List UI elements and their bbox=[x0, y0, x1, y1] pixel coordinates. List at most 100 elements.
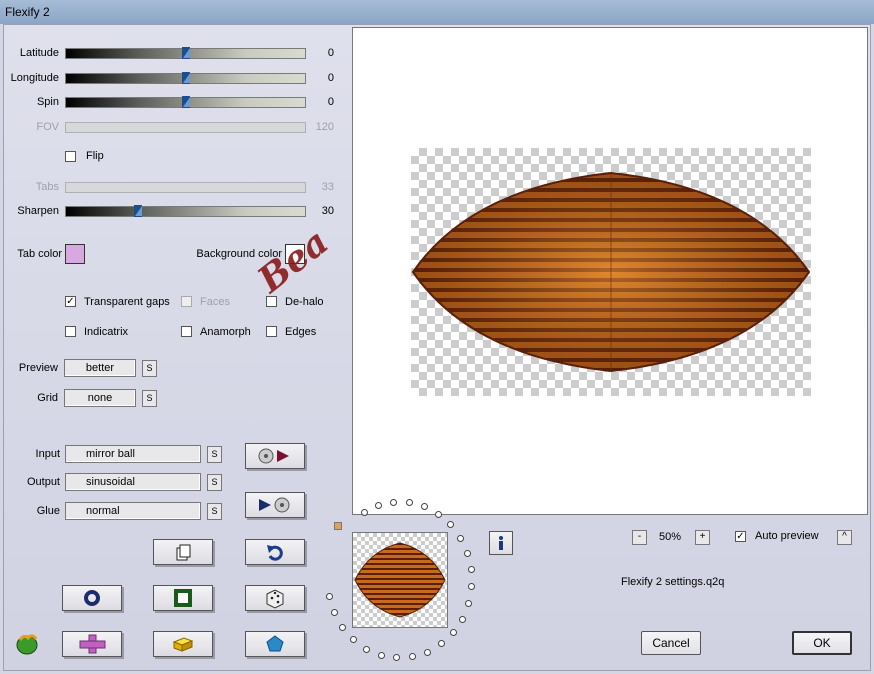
sharpen-slider[interactable] bbox=[65, 205, 306, 217]
indicatrix-checkbox[interactable] bbox=[65, 326, 76, 337]
dial-handle[interactable] bbox=[334, 522, 342, 530]
latitude-slider-thumb[interactable] bbox=[181, 47, 191, 59]
circle-button[interactable] bbox=[62, 585, 122, 611]
latitude-label: Latitude bbox=[19, 47, 59, 59]
output-to-input-button[interactable] bbox=[245, 492, 305, 518]
glue-field[interactable]: normal bbox=[65, 502, 201, 520]
sharpen-slider-thumb[interactable] bbox=[133, 205, 143, 217]
glue-spin-button[interactable]: S bbox=[207, 503, 222, 520]
dial-dot[interactable] bbox=[363, 645, 371, 653]
tab-color-swatch[interactable] bbox=[65, 244, 85, 264]
glue-label: Glue bbox=[36, 505, 60, 517]
output-field[interactable]: sinusoidal bbox=[65, 473, 201, 491]
auto-preview-checkbox[interactable]: ✓ bbox=[735, 531, 746, 542]
transparency-checkerboard bbox=[411, 148, 811, 396]
fov-value: 120 bbox=[315, 121, 334, 133]
flip-checkbox[interactable] bbox=[65, 151, 76, 162]
tabs-label: Tabs bbox=[35, 181, 59, 193]
output-spin-button[interactable]: S bbox=[207, 474, 222, 491]
zoom-level: 50% bbox=[658, 531, 682, 543]
flip-label: Flip bbox=[86, 150, 104, 162]
auto-preview-label: Auto preview bbox=[755, 530, 819, 542]
latitude-value: 0 bbox=[327, 47, 334, 59]
longitude-slider[interactable] bbox=[65, 72, 306, 84]
window-title: Flexify 2 bbox=[5, 5, 50, 19]
copy-button[interactable] bbox=[153, 539, 213, 565]
dial-dot[interactable] bbox=[360, 508, 368, 516]
plus-shape-button[interactable] bbox=[62, 631, 122, 657]
spin-label: Spin bbox=[36, 96, 59, 108]
purple-cross-icon bbox=[79, 634, 106, 654]
random-button[interactable] bbox=[245, 585, 305, 611]
spin-slider-thumb[interactable] bbox=[181, 96, 191, 108]
preview-canvas[interactable] bbox=[352, 27, 868, 515]
fov-slider[interactable] bbox=[65, 122, 306, 133]
sharpen-label: Sharpen bbox=[17, 205, 59, 217]
collapse-button[interactable]: ^ bbox=[837, 530, 852, 545]
dice-icon bbox=[266, 589, 284, 609]
fov-label: FOV bbox=[36, 121, 59, 133]
copy-icon bbox=[176, 544, 191, 561]
ring-icon bbox=[84, 590, 100, 606]
dial-dot[interactable] bbox=[424, 648, 432, 656]
tabs-slider[interactable] bbox=[65, 182, 306, 193]
undo-button[interactable] bbox=[245, 539, 305, 565]
dehalo-label: De-halo bbox=[285, 296, 324, 308]
thumbnail-preview[interactable] bbox=[352, 532, 448, 628]
anamorph-checkbox[interactable] bbox=[181, 326, 192, 337]
undo-icon bbox=[267, 545, 283, 561]
latitude-slider[interactable] bbox=[65, 47, 306, 59]
transparent-gaps-checkbox[interactable]: ✓ bbox=[65, 296, 76, 307]
square-icon bbox=[174, 589, 192, 607]
faces-checkbox[interactable] bbox=[181, 296, 192, 307]
pentagon-icon bbox=[266, 635, 284, 652]
edges-checkbox[interactable] bbox=[266, 326, 277, 337]
longitude-label: Longitude bbox=[10, 72, 59, 84]
longitude-value: 0 bbox=[327, 72, 334, 84]
longitude-slider-thumb[interactable] bbox=[181, 72, 191, 84]
grid-field[interactable]: none bbox=[64, 389, 136, 407]
brick-button[interactable] bbox=[153, 631, 213, 657]
grid-label: Grid bbox=[37, 392, 58, 404]
output-label: Output bbox=[26, 476, 60, 488]
spin-value: 0 bbox=[327, 96, 334, 108]
ok-button[interactable]: OK bbox=[792, 631, 852, 655]
faces-label: Faces bbox=[200, 296, 230, 308]
thumbnail-image bbox=[354, 542, 446, 618]
preview-spin-button[interactable]: S bbox=[142, 360, 157, 377]
dial-dot[interactable] bbox=[390, 498, 398, 506]
settings-filename: Flexify 2 settings.q2q bbox=[621, 576, 725, 588]
tab-color-label: Tab color bbox=[17, 248, 62, 260]
spin-slider[interactable] bbox=[65, 96, 306, 108]
disc-to-arrow-icon bbox=[258, 448, 289, 464]
preview-quality-field[interactable]: better bbox=[64, 359, 136, 377]
info-button[interactable] bbox=[489, 531, 513, 555]
dial-dot[interactable] bbox=[405, 499, 413, 507]
zoom-out-button[interactable]: - bbox=[632, 530, 647, 545]
input-to-output-button[interactable] bbox=[245, 443, 305, 469]
sharpen-value: 30 bbox=[321, 205, 334, 217]
edges-label: Edges bbox=[285, 326, 317, 338]
dial-dot[interactable] bbox=[374, 502, 382, 510]
preview-label: Preview bbox=[18, 362, 58, 374]
dial-dot[interactable] bbox=[377, 651, 385, 659]
grid-spin-button[interactable]: S bbox=[142, 390, 157, 407]
tabs-value: 33 bbox=[321, 181, 334, 193]
dial-dot[interactable] bbox=[449, 629, 457, 637]
cancel-button[interactable]: Cancel bbox=[641, 631, 701, 655]
square-button[interactable] bbox=[153, 585, 213, 611]
indicatrix-label: Indicatrix bbox=[84, 326, 129, 338]
input-spin-button[interactable]: S bbox=[207, 446, 222, 463]
info-icon bbox=[499, 536, 503, 550]
zoom-in-button[interactable]: + bbox=[695, 530, 710, 545]
pentagon-button[interactable] bbox=[245, 631, 305, 657]
input-label: Input bbox=[35, 448, 60, 460]
dial-dot[interactable] bbox=[435, 510, 443, 518]
flexified-image-preview bbox=[411, 171, 811, 373]
dial-dot[interactable] bbox=[464, 549, 472, 557]
anamorph-label: Anamorph bbox=[200, 326, 251, 338]
dial-dot[interactable] bbox=[457, 534, 465, 542]
input-field[interactable]: mirror ball bbox=[65, 445, 201, 463]
dial-dot[interactable] bbox=[458, 615, 466, 623]
title-bar: Flexify 2 bbox=[0, 0, 874, 24]
